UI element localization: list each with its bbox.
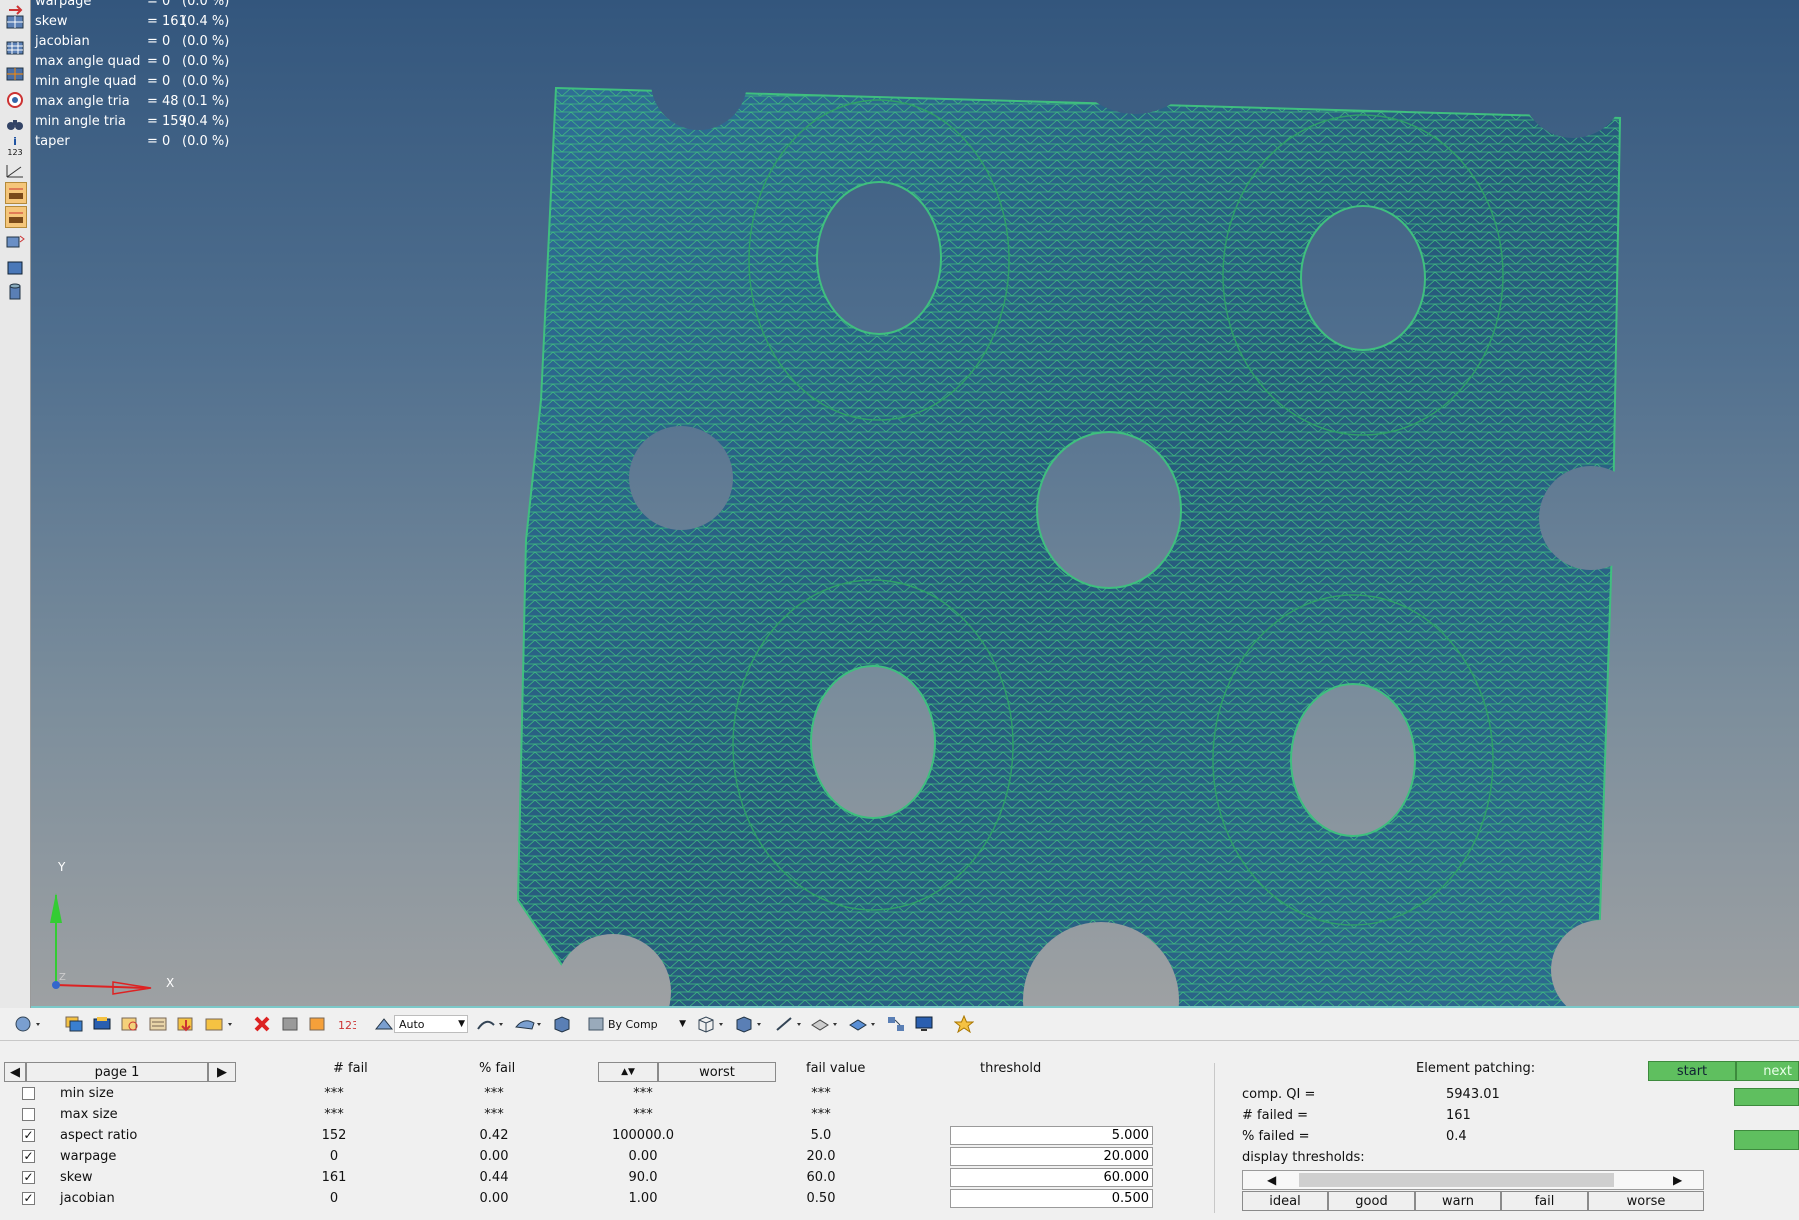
comp-qi-label: comp. QI = <box>1242 1087 1316 1102</box>
page-selector[interactable]: page 1 <box>26 1062 208 1082</box>
element-check-icon[interactable] <box>5 64 25 84</box>
table-row: max size *** *** *** *** <box>0 1104 1200 1125</box>
check-skew[interactable]: ✓ <box>22 1171 35 1184</box>
left-tool-sidebar: i 123 <box>0 0 31 1008</box>
element-grid-icon[interactable] <box>5 38 25 58</box>
table-row: ✓ warpage 0 0.00 0.00 20.0 <box>0 1146 1200 1167</box>
transform-icon[interactable] <box>5 232 25 252</box>
check-warpage[interactable]: ✓ <box>22 1150 35 1163</box>
svg-text:123: 123 <box>338 1019 356 1032</box>
connectors-icon[interactable] <box>884 1014 908 1034</box>
pct-failed-value: 0.4 <box>1446 1129 1467 1144</box>
y-axis-label: Y <box>58 860 66 874</box>
shell-display-icon[interactable] <box>808 1014 842 1034</box>
check-aspect-ratio[interactable]: ✓ <box>22 1129 35 1142</box>
table-row: min size *** *** *** *** <box>0 1083 1200 1104</box>
color-mode-select[interactable]: By Comp ▼ <box>604 1015 688 1033</box>
x-axis-label: X <box>166 976 175 990</box>
numbering-icon[interactable]: 123 <box>334 1014 358 1034</box>
export-icon[interactable] <box>174 1014 198 1034</box>
monitor-icon[interactable] <box>912 1014 936 1034</box>
curve-display-icon[interactable] <box>474 1014 508 1034</box>
element-patching-title: Element patching: <box>1416 1061 1536 1076</box>
scroll-left-icon[interactable]: ◀ <box>1267 1173 1276 1187</box>
threshold-scrollbar[interactable]: ◀ ▶ <box>1242 1170 1704 1190</box>
mask-icon[interactable] <box>278 1014 302 1034</box>
fail-value-header: fail value <box>806 1061 866 1076</box>
favorite-star-icon[interactable] <box>952 1014 976 1034</box>
comp-qi-value: 5943.01 <box>1446 1087 1500 1102</box>
panel-divider <box>1214 1063 1215 1213</box>
threshold-header: threshold <box>980 1061 1042 1076</box>
chevron-down-icon: ▼ <box>458 1019 465 1029</box>
view-mode-select[interactable]: Auto ▼ <box>394 1015 468 1033</box>
prev-page-button[interactable]: ◀ <box>4 1062 26 1082</box>
check-min-size[interactable] <box>22 1087 35 1100</box>
scroll-thumb[interactable] <box>1299 1173 1614 1187</box>
table-row: ✓ aspect ratio 152 0.42 100000.0 5.0 <box>0 1125 1200 1146</box>
status-indicator-2 <box>1734 1130 1799 1150</box>
info-icon[interactable]: i 123 <box>5 134 25 160</box>
measure-icon[interactable] <box>5 160 25 180</box>
find-icon[interactable] <box>118 1014 142 1034</box>
status-indicator-1 <box>1734 1088 1799 1106</box>
threshold-input-skew[interactable] <box>950 1168 1153 1187</box>
cylinder-icon[interactable] <box>5 282 25 302</box>
mesh-model <box>516 86 1622 1008</box>
organize-icon[interactable] <box>146 1014 170 1034</box>
check-jacobian[interactable]: ✓ <box>22 1192 35 1205</box>
threshold-input-jacobian[interactable] <box>950 1189 1153 1208</box>
z-axis-label: Z <box>59 972 66 983</box>
chevron-down-icon: ▼ <box>679 1019 686 1029</box>
worst-button[interactable]: worst <box>658 1062 776 1082</box>
graphics-viewport[interactable]: warpage = 0 (0.0 %) skew = 161 (0.4 %) jacob… <box>31 0 1799 1008</box>
binoculars-icon[interactable] <box>5 114 25 134</box>
threshold-input-warpage[interactable] <box>950 1147 1153 1166</box>
target-icon[interactable] <box>5 90 25 110</box>
graphics-toolbar: 123 Auto ▼ By Comp ▼ <box>0 1008 1799 1041</box>
line-display-icon[interactable] <box>772 1014 806 1034</box>
label-abc-2-icon[interactable] <box>5 206 27 228</box>
chevron-right-icon: ▶ <box>217 1064 227 1080</box>
layers-icon[interactable] <box>62 1014 86 1034</box>
pct-failed-label: % failed = <box>1242 1129 1310 1144</box>
wireframe-icon[interactable] <box>694 1014 728 1034</box>
solid-display-icon[interactable] <box>550 1014 574 1034</box>
rotate-view-icon[interactable] <box>10 1014 44 1034</box>
label-abc-icon[interactable] <box>5 182 27 204</box>
folder-dropdown-icon[interactable] <box>202 1014 236 1034</box>
delete-icon[interactable] <box>250 1014 274 1034</box>
start-button[interactable]: start <box>1648 1061 1736 1081</box>
surface-display-icon[interactable] <box>512 1014 546 1034</box>
fail-count-header: # fail <box>333 1061 368 1076</box>
legend-warn[interactable]: warn <box>1415 1191 1501 1211</box>
next-button[interactable]: next <box>1736 1061 1799 1081</box>
display-thresholds-label: display thresholds: <box>1242 1150 1365 1165</box>
threshold-input-aspect-ratio[interactable] <box>950 1126 1153 1145</box>
element-display-icon[interactable] <box>846 1014 880 1034</box>
unmask-icon[interactable] <box>306 1014 330 1034</box>
table-row: ✓ skew 161 0.44 90.0 60.0 <box>0 1167 1200 1188</box>
table-row: ✓ jacobian 0 0.00 1.00 0.50 <box>0 1188 1200 1209</box>
plane-icon[interactable] <box>5 258 25 278</box>
shaded-mesh-icon[interactable] <box>732 1014 766 1034</box>
failed-count-label: # failed = <box>1242 1108 1309 1123</box>
check-max-size[interactable] <box>22 1108 35 1121</box>
legend-fail[interactable]: fail <box>1501 1191 1588 1211</box>
next-page-button[interactable]: ▶ <box>208 1062 236 1082</box>
scroll-right-icon[interactable]: ▶ <box>1673 1173 1682 1187</box>
legend-worse[interactable]: worse <box>1588 1191 1704 1211</box>
mesh-quality-icon[interactable] <box>5 12 25 32</box>
check-elements-panel: ◀ page 1 ▶ # fail % fail ▲▼ worst fail v… <box>0 1041 1799 1220</box>
components-icon[interactable] <box>90 1014 114 1034</box>
view-mode-icon[interactable] <box>372 1014 396 1034</box>
sort-button[interactable]: ▲▼ <box>598 1062 658 1082</box>
legend-ideal[interactable]: ideal <box>1242 1191 1328 1211</box>
chevron-left-icon: ◀ <box>10 1064 20 1080</box>
failed-count-value: 161 <box>1446 1108 1471 1123</box>
legend-good[interactable]: good <box>1328 1191 1415 1211</box>
fail-percent-header: % fail <box>479 1061 516 1076</box>
